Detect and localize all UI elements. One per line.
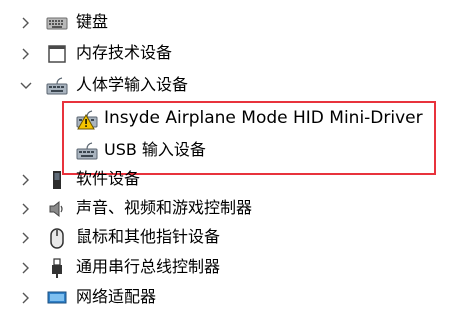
tree-item-label: 人体学输入设备 — [76, 75, 189, 94]
tree-item-audio-video-game[interactable]: 声音、视频和游戏控制器 — [0, 194, 475, 224]
hid-device-icon — [46, 75, 68, 97]
tree-item-hid[interactable]: 人体学输入设备 — [0, 71, 475, 101]
tree-item-label: 通用串行总线控制器 — [76, 257, 221, 276]
tree-item-usb-input-device[interactable]: USB 输入设备 — [0, 136, 475, 166]
keyboard-icon — [46, 12, 68, 34]
tree-item-label: 网络适配器 — [76, 287, 157, 306]
chevron-right-icon[interactable] — [20, 194, 32, 224]
chevron-down-icon[interactable] — [20, 71, 32, 101]
chevron-right-icon[interactable] — [20, 165, 32, 195]
speaker-icon — [46, 198, 68, 220]
network-adapter-icon — [46, 287, 68, 309]
tree-item-label: 软件设备 — [76, 169, 141, 188]
mouse-icon — [46, 227, 68, 249]
tree-item-label: 声音、视频和游戏控制器 — [76, 198, 253, 217]
tree-item-label: 鼠标和其他指针设备 — [76, 227, 221, 246]
tree-item-mouse-pointing[interactable]: 鼠标和其他指针设备 — [0, 223, 475, 253]
chevron-right-icon[interactable] — [20, 253, 32, 283]
memory-device-icon — [46, 43, 68, 65]
usb-plug-icon — [46, 257, 68, 279]
tree-item-software-devices[interactable]: 软件设备 — [0, 165, 475, 195]
chevron-right-icon[interactable] — [20, 223, 32, 253]
tree-item-label: Insyde Airplane Mode HID Mini-Driver — [104, 108, 423, 128]
tree-item-usb-controllers[interactable]: 通用串行总线控制器 — [0, 253, 475, 283]
tree-item-keyboard[interactable]: 键盘 — [0, 8, 475, 38]
warning-hid-icon — [76, 108, 98, 130]
tree-item-label: 内存技术设备 — [76, 43, 173, 62]
tree-item-memory-tech[interactable]: 内存技术设备 — [0, 39, 475, 69]
tree-item-insyde-driver[interactable]: Insyde Airplane Mode HID Mini-Driver — [0, 104, 475, 134]
tree-item-label: 键盘 — [76, 12, 109, 31]
chevron-right-icon[interactable] — [20, 39, 32, 69]
software-device-icon — [46, 169, 68, 191]
tree-item-label: USB 输入设备 — [104, 140, 206, 159]
hid-device-icon — [76, 140, 98, 162]
chevron-right-icon[interactable] — [20, 8, 32, 38]
